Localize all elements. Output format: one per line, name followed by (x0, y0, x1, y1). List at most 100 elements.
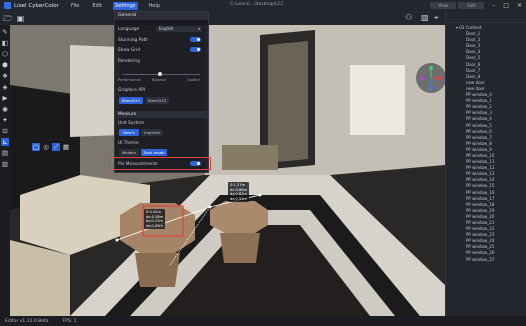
tree-item-label: Door_7 (466, 67, 481, 73)
tree-item-label: PP window_27 (466, 256, 495, 262)
camera-icon[interactable]: ◉ (1, 105, 9, 113)
target-icon[interactable]: ◎ (42, 143, 50, 151)
measure-section-label: Measure (118, 112, 137, 117)
stunning-path-toggle[interactable] (190, 37, 201, 42)
tree-item-label: Door_5 (466, 55, 481, 61)
tree-item-label: Door_2 (466, 37, 481, 43)
objects-icon[interactable]: ❖ (1, 72, 9, 80)
tree-item-label: PP window_0 (466, 92, 492, 98)
select-icon[interactable]: ▢ (32, 143, 40, 151)
dark-mode-option[interactable]: Dark mode (141, 149, 167, 156)
unit-system-label: Unit System (118, 121, 145, 126)
metric-option[interactable]: Metric (119, 129, 139, 136)
video-icon[interactable]: ▶ (1, 94, 9, 102)
walk-icon[interactable]: ✦ (1, 116, 9, 124)
tree-item-label: PP window_20 (466, 213, 495, 219)
graphics-api-label: Graphics API (118, 88, 146, 93)
3d-viewport[interactable]: S:0.42m dx:0.38m dy:0.27m dz:0.05m S:1.2… (10, 25, 445, 316)
show-grid-toggle[interactable] (190, 47, 201, 52)
tree-item-label: Door_4 (466, 49, 481, 55)
rendering-label: Rendering (118, 59, 140, 64)
tree-item-label: PP window_11 (466, 159, 495, 165)
settings-header: General (115, 12, 208, 20)
tree-item-label: PP window_13 (466, 171, 495, 177)
language-value: English (159, 26, 174, 31)
directx11-option[interactable]: DirectX11 (119, 97, 143, 104)
tree-item-label: Door_3 (466, 43, 481, 49)
menu-file[interactable]: File (69, 2, 81, 10)
orientation-gizmo[interactable] (416, 63, 445, 93)
toolbar: 🗁 ▣ (0, 11, 445, 25)
box-icon[interactable]: ⬢ (1, 61, 9, 69)
tree-item-label: PP window_24 (466, 238, 495, 244)
measure-section-header: Measure (115, 111, 208, 118)
tree-item-label: PP window_21 (466, 220, 495, 225)
capture-icon[interactable]: ⊡ (1, 127, 9, 135)
directx12-option[interactable]: DirectX12 (145, 97, 169, 104)
maximize-icon[interactable]: □ (503, 2, 509, 9)
measure-icon[interactable]: ⊾ (1, 138, 9, 146)
image-icon[interactable]: ▨ (421, 13, 429, 22)
hexagon-icon[interactable]: ⬡ (1, 50, 9, 58)
measure-a-s: S:0.42m (146, 210, 161, 214)
measure-b-s: S:1.27m (230, 183, 245, 187)
scene-tree: ▾ 03 Content Door_1 Door_2 Door_3 Door_4 Doo… (446, 23, 526, 263)
window-controls: View Edit – □ ✕ (430, 0, 526, 11)
title-bar: Lixel CyberColor File Edit Settings Help… (0, 0, 526, 11)
tree-item-label: Door_8 (466, 73, 481, 79)
layers-icon[interactable]: ◈ (1, 83, 9, 91)
measure-a-dz: dz:0.05m (146, 223, 163, 228)
status-bar: Editor v1.11.0 Beta FPS: 1 (0, 316, 526, 326)
left-tool-rail: ✎ ◧ ⬡ ⬢ ❖ ◈ ▶ ◉ ✦ ⊡ ⊾ ▤ ▥ (0, 25, 10, 316)
tree-item-label: PP window_10 (466, 152, 495, 158)
menu-edit[interactable]: Edit (90, 2, 104, 10)
measure-label-b: S:1.27m dx:0.88m dy:0.82m dz:0.31m (228, 182, 250, 203)
language-select[interactable]: English ▾ (156, 26, 202, 32)
clipboard-icon[interactable]: ▥ (1, 160, 9, 168)
rendering-slider-knob[interactable] (158, 72, 162, 76)
tick-quality: Quality (187, 78, 200, 82)
tree-item-label: new door (466, 85, 485, 91)
fps-label: FPS: 1 (62, 318, 77, 324)
grid-icon[interactable]: ▦ (62, 143, 70, 151)
open-folder-icon[interactable]: 🗁 (3, 14, 13, 23)
save-icon[interactable]: ▣ (16, 14, 25, 23)
file-path: C:/users/.../desktop/LCC (230, 2, 284, 7)
tree-item-label: PP window_1 (466, 98, 492, 104)
menu-settings[interactable]: Settings (113, 1, 138, 10)
language-label: Language (118, 27, 140, 32)
view-mode-icon[interactable]: ⚇ (405, 13, 412, 22)
menu-help[interactable]: Help (147, 2, 162, 10)
tree-item-label: new door (466, 79, 485, 85)
tree-item-label: PP window_8 (466, 140, 492, 146)
viewport-mini-tools: ▢ ◎ ⟋ ▦ (32, 143, 70, 151)
tree-item-label: PP window_7 (466, 134, 492, 140)
scene-tree-header (446, 11, 526, 23)
tree-item-label: PP window_2 (466, 104, 492, 110)
tree-item-label: PP window_4 (466, 116, 492, 122)
version-label: Editor v1.11.0 Beta (5, 318, 49, 324)
tree-item-label: PP window_12 (466, 165, 495, 171)
modern-theme-option[interactable]: Modern (119, 149, 139, 156)
edit-button[interactable]: Edit (458, 2, 485, 9)
cube-icon[interactable]: ◧ (1, 39, 9, 47)
tree-root-label: 03 Content (459, 25, 482, 30)
tree-item-label: PP window_26 (466, 250, 495, 256)
view-button[interactable]: View (430, 2, 457, 9)
document-icon[interactable]: ▤ (1, 149, 9, 157)
scene-render (10, 25, 445, 316)
tree-item-label: PP window_6 (466, 128, 492, 134)
ruler-icon[interactable]: ⟋ (52, 143, 60, 151)
imperial-option[interactable]: Imperial (141, 129, 163, 136)
tree-item[interactable]: PP window_27 (452, 257, 526, 263)
tree-item-label: PP window_25 (466, 244, 495, 250)
measure-b-dz: dz:0.31m (230, 196, 247, 201)
tick-performance: Performance (118, 78, 141, 82)
close-icon[interactable]: ✕ (517, 2, 522, 9)
brush-icon[interactable]: ✎ (1, 28, 9, 36)
tree-item-label: PP window_14 (466, 177, 495, 183)
app-logo-icon (4, 2, 11, 9)
app-title: Lixel CyberColor (14, 2, 59, 9)
location-pin-icon[interactable]: ⌖ (434, 13, 439, 23)
minimize-icon[interactable]: – (492, 2, 495, 9)
